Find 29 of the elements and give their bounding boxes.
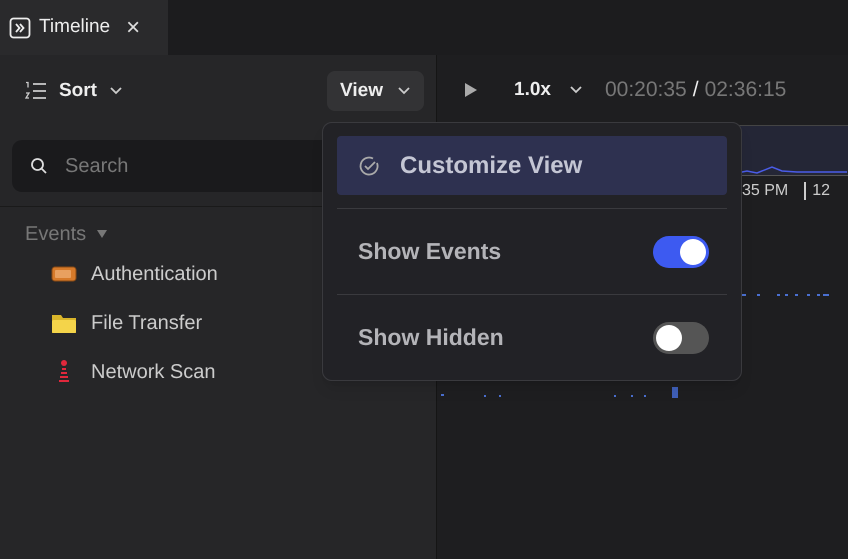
total-time: 02:36:15 xyxy=(704,77,786,104)
speed-dropdown[interactable]: 1.0x xyxy=(514,76,583,104)
chevron-down-icon xyxy=(397,86,411,96)
vpn-icon xyxy=(51,264,77,282)
chevron-down-icon xyxy=(568,85,583,95)
time-separator: / xyxy=(692,77,699,104)
event-item[interactable]: Network Scan xyxy=(91,356,216,386)
tab-icon xyxy=(9,16,31,38)
sort-button[interactable]: Sort xyxy=(25,76,123,106)
numbered-list-icon xyxy=(25,81,47,101)
section-heading: Events xyxy=(25,222,86,247)
event-item[interactable]: File Transfer xyxy=(91,308,202,338)
menu-item[interactable]: Customize View xyxy=(337,136,727,195)
event-item[interactable]: Authentication xyxy=(91,258,218,288)
toggle-switch[interactable] xyxy=(653,236,709,268)
play-icon[interactable] xyxy=(464,82,478,98)
option-label: Show Events xyxy=(358,237,502,266)
triangle-down-icon[interactable] xyxy=(96,229,108,239)
option-label: Show Hidden xyxy=(358,323,504,352)
time-label: 35 PM xyxy=(742,180,790,200)
tab-title[interactable]: Timeline xyxy=(39,13,110,42)
search-icon xyxy=(30,157,48,175)
current-time: 00:20:35 xyxy=(604,77,687,104)
close-button[interactable]: × xyxy=(126,16,140,40)
toggle-switch[interactable] xyxy=(653,322,709,354)
check-circle-icon xyxy=(358,154,380,176)
view-button[interactable]: View xyxy=(327,71,424,111)
chevron-down-icon xyxy=(109,86,123,96)
time-label: 12 xyxy=(804,182,830,200)
